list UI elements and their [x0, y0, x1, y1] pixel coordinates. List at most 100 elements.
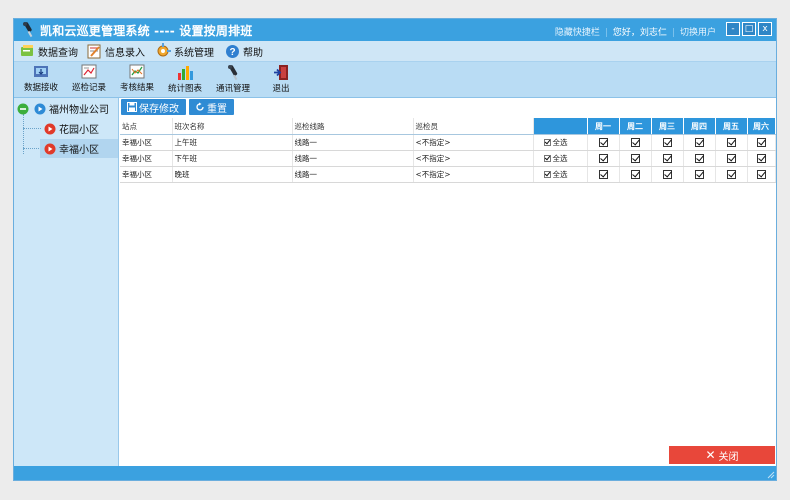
day-checkbox[interactable] — [662, 138, 672, 148]
info-entry-icon — [87, 44, 101, 58]
menu-system-management[interactable]: 系统管理 — [155, 43, 214, 59]
column-header-tue[interactable]: 周二 — [619, 118, 652, 135]
table-row[interactable]: 幸福小区 晚班 线路一 <不指定> 全选 — [120, 166, 776, 183]
shift-cell[interactable]: 下午班 — [172, 150, 293, 167]
inspector-cell[interactable]: <不指定> — [413, 166, 534, 183]
day-checkbox[interactable] — [662, 154, 672, 164]
day-checkbox[interactable] — [598, 138, 608, 148]
day-checkbox[interactable] — [598, 154, 608, 164]
day-cell-4 — [715, 150, 748, 167]
close-icon: ✕ — [705, 448, 716, 462]
menu-help[interactable]: ? 帮助 — [225, 43, 263, 59]
tree-node-root[interactable]: 福州物业公司 — [14, 99, 118, 118]
table-header-row: 站点 班次名称 巡检线路 巡检员 周一 周二 周三 周四 周五 周六 — [120, 118, 776, 135]
svg-text:?: ? — [229, 47, 235, 58]
site-cell[interactable]: 幸福小区 — [120, 150, 173, 167]
table-row[interactable]: 幸福小区 上午班 线路一 <不指定> 全选 — [120, 134, 776, 151]
toolbar: 数据接收 巡检记录 考核结果 统计图表 通讯管理 退出 — [14, 62, 776, 98]
column-header-fri[interactable]: 周五 — [715, 118, 748, 135]
shift-cell[interactable]: 上午班 — [172, 134, 293, 151]
column-header-mon[interactable]: 周一 — [587, 118, 620, 135]
shift-cell[interactable]: 晚班 — [172, 166, 293, 183]
save-button[interactable]: 保存修改 — [121, 99, 186, 115]
select-all-checkbox[interactable]: 全选 — [543, 169, 568, 180]
column-header-site[interactable]: 站点 — [120, 118, 173, 135]
day-checkbox[interactable] — [726, 170, 736, 180]
site-cell[interactable]: 幸福小区 — [120, 134, 173, 151]
checkbox[interactable] — [543, 171, 551, 178]
day-checkbox[interactable] — [756, 138, 766, 148]
tool-inspection-record[interactable]: 巡检记录 — [65, 64, 113, 96]
tool-assessment-result[interactable]: 考核结果 — [113, 64, 161, 96]
status-bar — [14, 466, 776, 480]
column-header-wed[interactable]: 周三 — [651, 118, 684, 135]
day-cell-2 — [651, 150, 684, 167]
column-header-thu[interactable]: 周四 — [683, 118, 716, 135]
column-header-sat[interactable]: 周六 — [747, 118, 776, 135]
day-checkbox[interactable] — [630, 154, 640, 164]
close-window-button[interactable]: x — [758, 22, 772, 36]
tool-data-receive[interactable]: 数据接收 — [17, 64, 65, 96]
day-checkbox[interactable] — [630, 138, 640, 148]
route-cell[interactable]: 线路一 — [292, 134, 414, 151]
tree-item-label: 幸福小区 — [59, 145, 99, 156]
communication-icon — [228, 65, 238, 81]
close-button[interactable]: ✕ 关闭 — [669, 446, 775, 464]
day-checkbox[interactable] — [662, 170, 672, 180]
collapse-icon[interactable] — [17, 103, 29, 115]
inspector-cell[interactable]: <不指定> — [413, 134, 534, 151]
day-checkbox[interactable] — [598, 170, 608, 180]
select-all-label: 全选 — [552, 138, 568, 147]
day-checkbox[interactable] — [694, 170, 704, 180]
column-header-inspector[interactable]: 巡检员 — [413, 118, 534, 135]
switch-user-link[interactable]: 切换用户 — [680, 28, 716, 38]
company-node-icon — [34, 103, 46, 114]
day-checkbox[interactable] — [694, 154, 704, 164]
menu-data-query[interactable]: 数据查询 — [20, 43, 78, 59]
site-cell[interactable]: 幸福小区 — [120, 166, 173, 183]
day-cell-4 — [715, 166, 748, 183]
schedule-panel: 保存修改 重置 站点 班次名称 巡检线路 巡检员 周一 周二 周三 周四 周五 … — [119, 98, 776, 466]
reset-button[interactable]: 重置 — [189, 99, 234, 115]
title-links: 隐藏快捷栏 | 您好，刘志仁 | 切换用户 — [554, 28, 716, 38]
day-cell-2 — [651, 134, 684, 151]
select-all-cell: 全选 — [533, 134, 588, 151]
select-all-checkbox[interactable]: 全选 — [543, 137, 568, 148]
table-row[interactable]: 幸福小区 下午班 线路一 <不指定> 全选 — [120, 150, 776, 167]
title-bar: 凯和云巡更管理系统 ---- 设置按周排班 隐藏快捷栏 | 您好，刘志仁 | 切换用户 … — [14, 19, 776, 41]
select-all-cell: 全选 — [533, 150, 588, 167]
select-all-checkbox[interactable]: 全选 — [543, 153, 568, 164]
tree-node-happiness[interactable]: 幸福小区 — [40, 139, 118, 158]
day-cell-1 — [619, 150, 652, 167]
day-checkbox[interactable] — [726, 154, 736, 164]
site-node-icon — [44, 143, 56, 154]
maximize-button[interactable]: □ — [742, 22, 756, 36]
checkbox[interactable] — [543, 139, 551, 146]
minimize-button[interactable]: - — [726, 22, 740, 36]
tool-statistics-chart[interactable]: 统计图表 — [161, 64, 209, 96]
day-checkbox[interactable] — [694, 138, 704, 148]
column-header-shift[interactable]: 班次名称 — [172, 118, 293, 135]
route-cell[interactable]: 线路一 — [292, 150, 414, 167]
tool-exit[interactable]: 退出 — [257, 64, 305, 96]
day-checkbox[interactable] — [756, 154, 766, 164]
resize-grip-icon[interactable] — [767, 471, 775, 479]
system-gear-icon — [157, 43, 171, 57]
site-tree: 福州物业公司 花园小区 幸福小区 — [14, 98, 119, 466]
window-title: 凯和云巡更管理系统 ---- 设置按周排班 — [40, 24, 253, 38]
day-cell-5 — [747, 166, 776, 183]
column-header-route[interactable]: 巡检线路 — [292, 118, 414, 135]
day-checkbox[interactable] — [630, 170, 640, 180]
inspection-record-icon — [81, 64, 97, 79]
statistics-chart-icon — [178, 66, 193, 80]
exit-icon — [274, 65, 288, 80]
tool-communication[interactable]: 通讯管理 — [209, 64, 257, 96]
route-cell[interactable]: 线路一 — [292, 166, 414, 183]
day-checkbox[interactable] — [726, 138, 736, 148]
inspector-cell[interactable]: <不指定> — [413, 150, 534, 167]
checkbox[interactable] — [543, 155, 551, 162]
menu-info-entry[interactable]: 信息录入 — [87, 43, 145, 59]
hide-shortcut-link[interactable]: 隐藏快捷栏 — [555, 28, 600, 38]
tree-node-garden[interactable]: 花园小区 — [14, 119, 118, 138]
day-checkbox[interactable] — [756, 170, 766, 180]
